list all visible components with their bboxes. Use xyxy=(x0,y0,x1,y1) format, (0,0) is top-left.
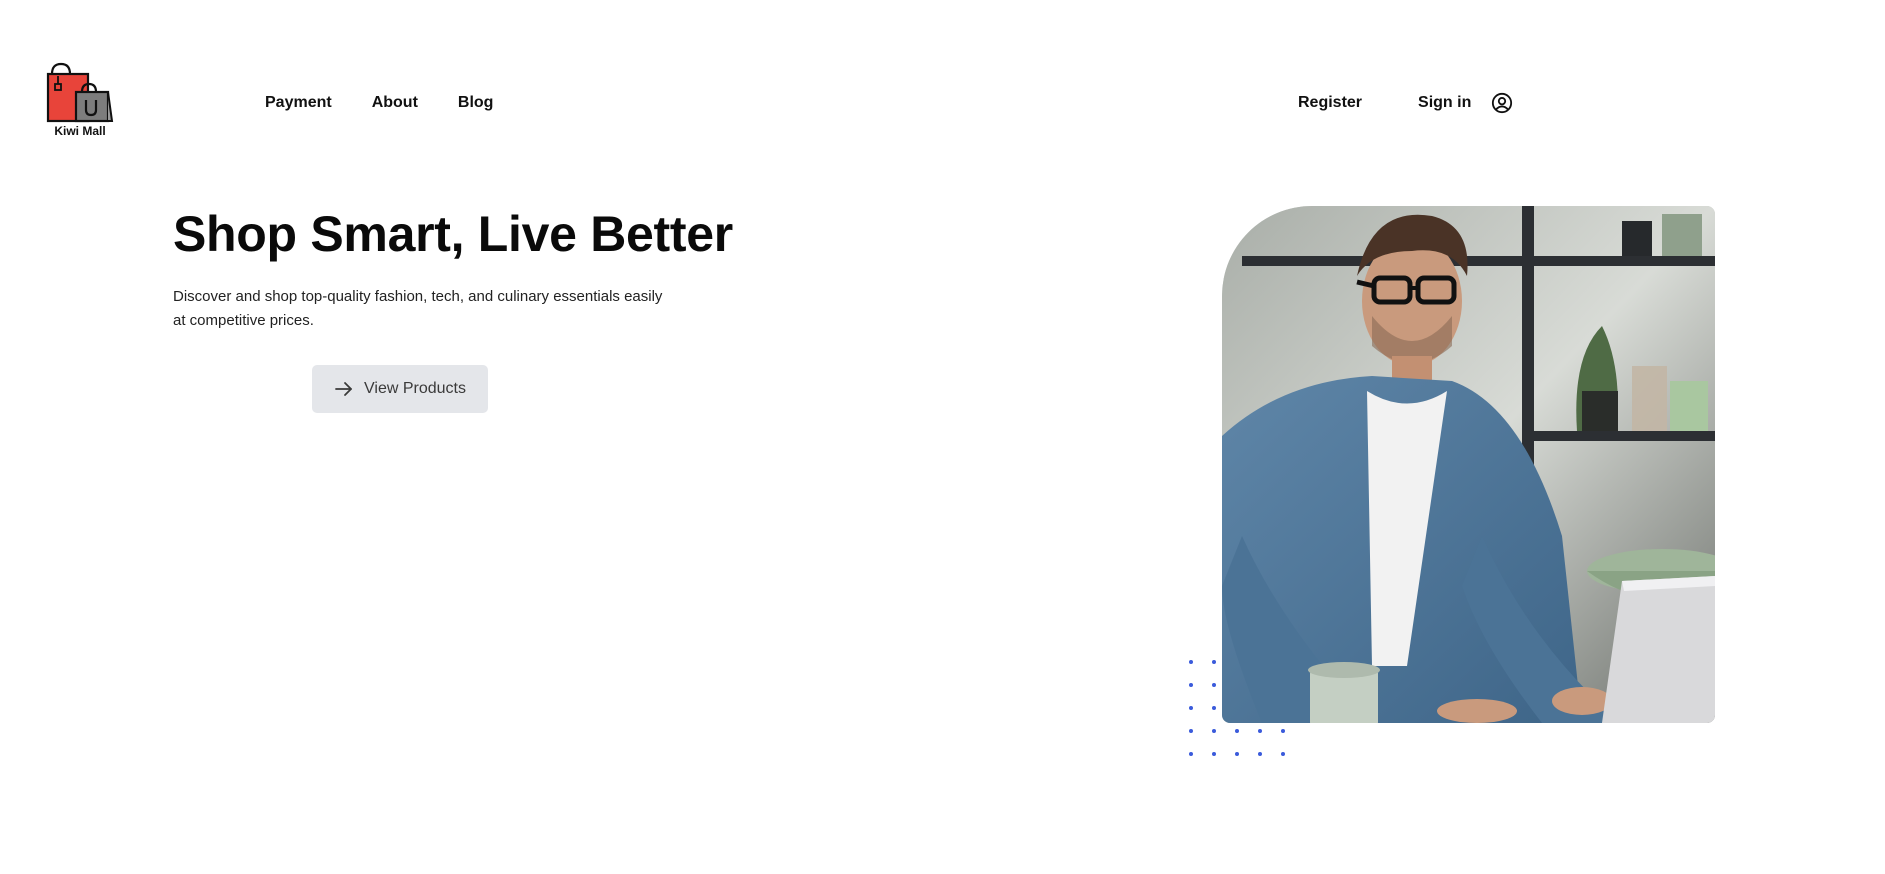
brand-logo[interactable]: Kiwi Mall xyxy=(44,62,116,138)
hero-photo xyxy=(1222,206,1715,723)
signin-link[interactable]: Sign in xyxy=(1418,94,1471,112)
user-circle-icon[interactable] xyxy=(1491,92,1513,114)
nav-about[interactable]: About xyxy=(372,94,418,112)
main-nav: Payment About Blog xyxy=(265,94,493,112)
brand-name: Kiwi Mall xyxy=(54,124,106,138)
nav-blog[interactable]: Blog xyxy=(458,94,494,112)
nav-payment[interactable]: Payment xyxy=(265,94,332,112)
register-link[interactable]: Register xyxy=(1298,94,1362,112)
hero-description: Discover and shop top-quality fashion, t… xyxy=(173,288,663,329)
auth-links: Register Sign in xyxy=(1298,92,1513,114)
view-products-label: View Products xyxy=(364,380,466,397)
hero-title: Shop Smart, Live Better xyxy=(173,206,733,262)
shopping-bags-icon xyxy=(46,62,114,123)
view-products-button[interactable]: View Products xyxy=(312,365,488,413)
arrow-right-icon xyxy=(335,382,352,396)
